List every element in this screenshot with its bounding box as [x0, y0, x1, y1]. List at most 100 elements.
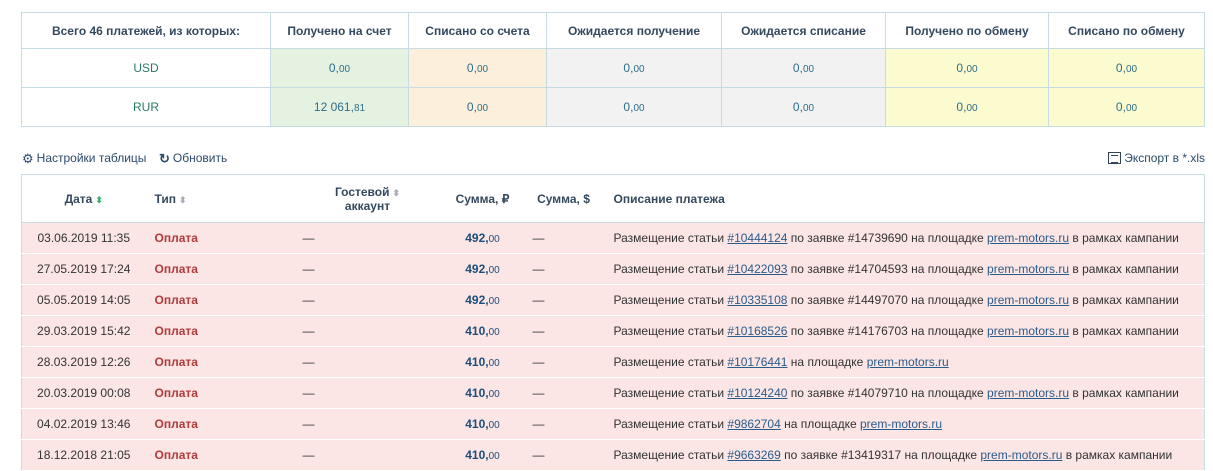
summary-row: RUR 12 061,81 0,00 0,00 0,00 0,00 0,00 — [21, 87, 1205, 127]
site-link[interactable]: prem-motors.ru — [987, 231, 1069, 245]
amount-integer: 410, — [465, 355, 489, 369]
value-integer: 0, — [328, 61, 339, 75]
value-decimal: 00 — [966, 103, 978, 114]
article-link[interactable]: #10124240 — [727, 386, 787, 400]
amount-integer: 492, — [465, 262, 489, 276]
summary-value: 0,00 — [885, 48, 1049, 88]
amount-decimal: 00 — [488, 296, 500, 307]
site-link[interactable]: prem-motors.ru — [980, 448, 1062, 462]
payment-type: Оплата — [145, 377, 294, 409]
payment-date: 03.06.2019 11:35 — [21, 222, 146, 254]
amount-rub-header: Сумма, ₽ — [441, 174, 524, 223]
value-integer: 0, — [956, 61, 967, 75]
sort-type-header[interactable]: Тип ⬍ — [145, 174, 294, 223]
summary-value: 0,00 — [885, 87, 1049, 127]
payment-guest: — — [293, 439, 442, 471]
table-settings-link[interactable]: ⚙ Настройки таблицы — [22, 151, 146, 165]
payment-amount-rub: 492,00 — [441, 253, 524, 285]
site-link[interactable]: prem-motors.ru — [860, 417, 942, 431]
value-decimal: 00 — [802, 103, 815, 114]
payment-type: Оплата — [145, 315, 294, 347]
site-link[interactable]: prem-motors.ru — [987, 293, 1069, 307]
refresh-link[interactable]: ↻ Обновить — [159, 151, 227, 165]
description-text: в рамках кампании — [1069, 231, 1179, 245]
col-expected-debit: Ожидается списание — [721, 12, 886, 49]
sort-icon: ⬍ — [392, 187, 401, 198]
description-text: Размещение статьи — [613, 448, 728, 462]
value-decimal: 00 — [633, 64, 645, 75]
payments-header-row: Дата ⬍ Тип ⬍ Гостевой ⬍ аккаунт Сумма, ₽ Су… — [21, 174, 1205, 223]
currency-label: USD — [21, 48, 271, 88]
summary-value: 12 061,81 — [270, 87, 409, 127]
value-decimal: 00 — [1125, 64, 1138, 75]
article-link[interactable]: #10335108 — [727, 293, 787, 307]
payment-description: Размещение статьи #9862704 на площадке p… — [603, 408, 1205, 440]
article-link[interactable]: #9862704 — [727, 417, 780, 431]
article-link[interactable]: #10422093 — [727, 262, 787, 276]
payment-row: 05.05.2019 14:05 Оплата —492,00— Размещение… — [21, 284, 1205, 316]
col-debited: Списано со счета — [408, 12, 547, 49]
description-text: в рамках кампании — [1069, 324, 1179, 338]
site-link[interactable]: prem-motors.ru — [987, 262, 1069, 276]
site-link[interactable]: prem-motors.ru — [987, 324, 1069, 338]
value-decimal: 00 — [338, 64, 351, 75]
amount-usd-header: Сумма, $ — [523, 174, 604, 223]
payment-row: 27.05.2019 17:24 Оплата —492,00— Размещение… — [21, 253, 1205, 285]
summary-value: 0,00 — [546, 48, 722, 88]
payment-date: 05.05.2019 14:05 — [21, 284, 146, 316]
article-link[interactable]: #10168526 — [727, 324, 787, 338]
amount-integer: 410, — [465, 417, 489, 431]
currency-label: RUR — [21, 87, 271, 127]
refresh-label: Обновить — [172, 151, 228, 165]
amount-decimal: 00 — [488, 358, 500, 369]
summary-value: 0,00 — [408, 48, 547, 88]
payment-date: 04.02.2019 13:46 — [21, 408, 146, 440]
summary-value: 0,00 — [270, 48, 409, 88]
amount-decimal: 00 — [488, 265, 500, 276]
summary-table: Всего 46 платежей, из которых: Получено … — [21, 12, 1205, 127]
payment-description: Размещение статьи #10335108 по заявке #1… — [603, 284, 1205, 316]
export-label: Экспорт в *.xls — [1124, 151, 1205, 165]
amount-decimal: 00 — [488, 451, 500, 462]
description-text: Размещение статьи — [613, 417, 728, 431]
value-integer: 0, — [623, 61, 634, 75]
article-link[interactable]: #10444124 — [727, 231, 787, 245]
sort-guest-header[interactable]: Гостевой ⬍ аккаунт — [293, 174, 442, 223]
payment-description: Размещение статьи #10176441 на площадке … — [603, 346, 1205, 378]
refresh-icon: ↻ — [159, 150, 170, 166]
payment-date: 29.03.2019 15:42 — [21, 315, 146, 347]
col-expected-receipt: Ожидается получение — [546, 12, 722, 49]
description-text: по заявке #14176703 на площадке — [787, 324, 988, 338]
summary-value: 0,00 — [1048, 48, 1205, 88]
payment-amount-rub: 410,00 — [441, 408, 524, 440]
amount-integer: 410, — [465, 386, 489, 400]
amount-integer: 492, — [465, 293, 489, 307]
description-text: Размещение статьи — [613, 262, 728, 276]
col-exchange-debited: Списано по обмену — [1048, 12, 1205, 49]
summary-header-row: Всего 46 платежей, из которых: Получено … — [21, 12, 1205, 49]
description-text: по заявке #13419317 на площадке — [780, 448, 981, 462]
payment-date: 28.03.2019 12:26 — [21, 346, 146, 378]
summary-row: USD 0,00 0,00 0,00 0,00 0,00 0,00 — [21, 48, 1205, 88]
export-xls-link[interactable]: Экспорт в *.xls — [1108, 151, 1205, 165]
amount-decimal: 00 — [488, 420, 500, 431]
guest-header-label-1: Гостевой — [334, 184, 390, 199]
value-integer: 0, — [1115, 61, 1126, 75]
payment-type: Оплата — [145, 222, 294, 254]
amount-integer: 492, — [465, 231, 489, 245]
article-link[interactable]: #10176441 — [727, 355, 787, 369]
page: Всего 46 платежей, из которых: Получено … — [0, 0, 1213, 471]
description-text: Размещение статьи — [613, 386, 728, 400]
sort-date-header[interactable]: Дата ⬍ — [21, 174, 146, 223]
site-link[interactable]: prem-motors.ru — [867, 355, 949, 369]
site-link[interactable]: prem-motors.ru — [987, 386, 1069, 400]
description-text: в рамках кампании — [1069, 262, 1179, 276]
payment-amount-usd: — — [523, 284, 604, 316]
article-link[interactable]: #9663269 — [727, 448, 780, 462]
amount-integer: 410, — [465, 448, 489, 462]
summary-value: 0,00 — [721, 48, 886, 88]
type-header-label: Тип — [154, 191, 177, 206]
payment-guest: — — [293, 408, 442, 440]
payment-guest: — — [293, 253, 442, 285]
payment-row: 28.03.2019 12:26 Оплата —410,00— Размещение… — [21, 346, 1205, 378]
